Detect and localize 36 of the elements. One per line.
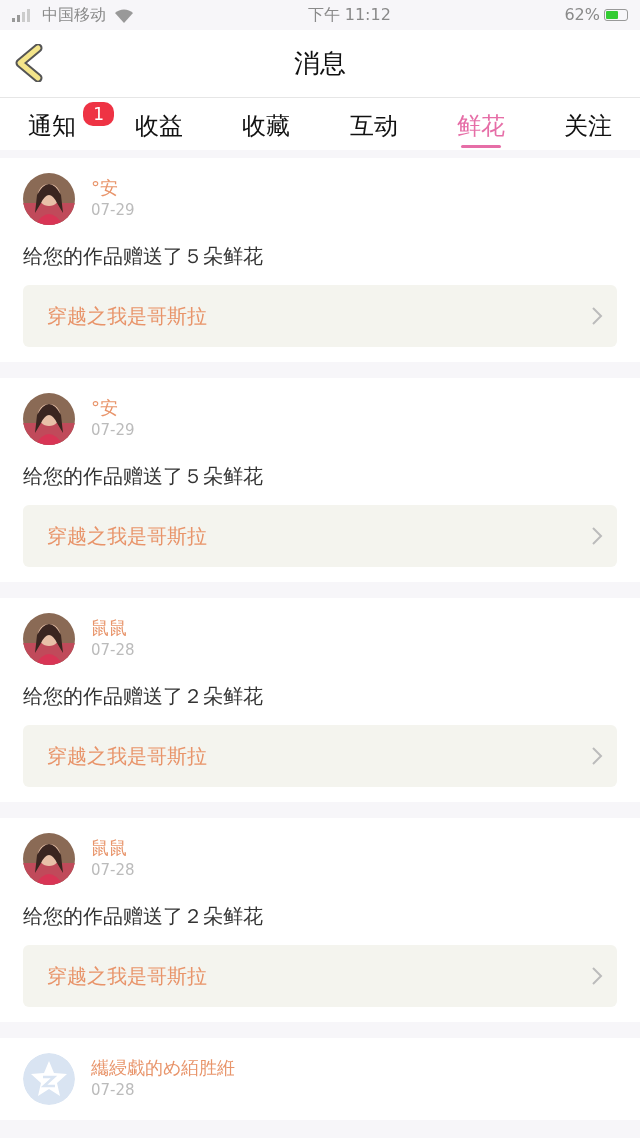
tab[interactable]: 收益	[131, 105, 188, 151]
message-text: 给您的作品赠送了５朵鲜花	[23, 463, 264, 490]
user-name[interactable]: 纗綅戱的め絔胜絍	[91, 1056, 235, 1079]
message-text: 给您的作品赠送了５朵鲜花	[23, 243, 264, 270]
work-link[interactable]: 穿越之我是哥斯拉	[23, 505, 617, 567]
chevron-right-icon	[591, 966, 603, 986]
carrier-name: 中国移动	[42, 4, 106, 26]
count-badge: 1	[83, 101, 114, 126]
message-date: 07-29	[91, 419, 135, 441]
page-title: 消息	[294, 47, 346, 80]
message-date: 07-28	[91, 859, 135, 881]
user-name[interactable]: 鼠鼠	[91, 616, 135, 639]
user-name[interactable]: 鼠鼠	[91, 836, 135, 859]
wifi-icon	[114, 7, 134, 23]
tab[interactable]: 鲜花	[452, 105, 509, 151]
tab[interactable]: 互动	[345, 105, 402, 151]
chevron-right-icon	[591, 526, 603, 546]
message-date: 07-29	[91, 199, 135, 221]
chevron-right-icon	[591, 746, 603, 766]
back-icon[interactable]	[14, 44, 44, 82]
battery-icon	[604, 9, 628, 21]
message-text: 给您的作品赠送了２朵鲜花	[23, 903, 264, 930]
message-date: 07-28	[91, 639, 135, 661]
battery-percent: 62%	[564, 4, 600, 26]
default-avatar-icon	[23, 1053, 75, 1105]
work-link[interactable]: 穿越之我是哥斯拉	[23, 285, 617, 347]
user-name[interactable]: °安	[91, 176, 135, 199]
status-time: 下午 11:12	[307, 4, 391, 26]
message-text: 给您的作品赠送了２朵鲜花	[23, 683, 264, 710]
work-link[interactable]: 穿越之我是哥斯拉	[23, 725, 617, 787]
message-date: 07-28	[91, 1079, 136, 1101]
tab[interactable]: 关注	[559, 105, 616, 151]
chevron-right-icon	[591, 306, 603, 326]
tab[interactable]: 收藏	[238, 105, 295, 151]
work-link[interactable]: 穿越之我是哥斯拉	[23, 945, 617, 1007]
user-name[interactable]: °安	[91, 396, 135, 419]
